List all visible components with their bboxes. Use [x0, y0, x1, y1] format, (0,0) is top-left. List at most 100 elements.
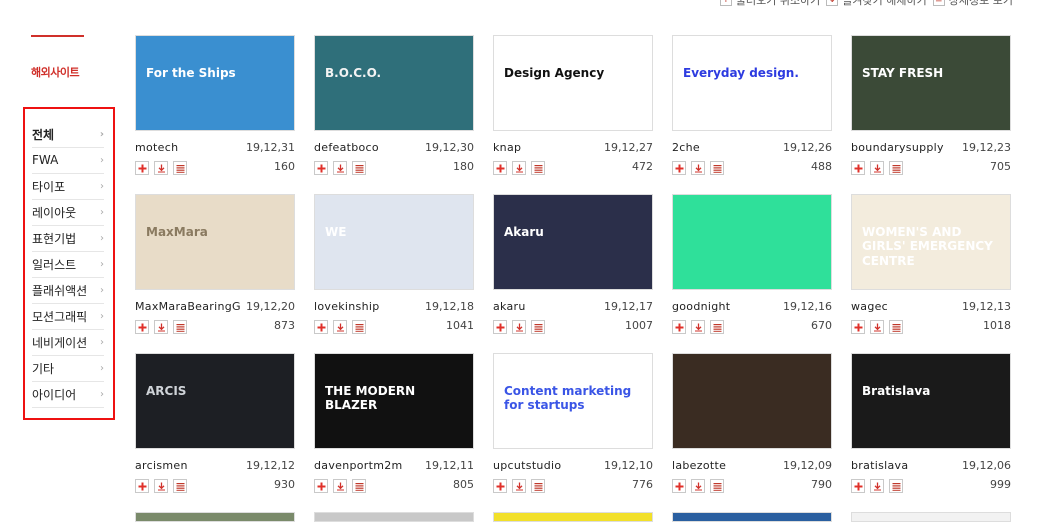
site-date: 19,12,06: [962, 459, 1011, 472]
add-button[interactable]: [135, 161, 149, 175]
site-thumbnail[interactable]: Everyday design.: [672, 35, 832, 131]
download-button[interactable]: [333, 161, 347, 175]
site-date: 19,12,17: [604, 300, 653, 313]
category-item-typo[interactable]: 타이포 ›: [32, 173, 104, 200]
category-item-navigation[interactable]: 네비게이션 ›: [32, 329, 104, 356]
card-actions: [851, 161, 903, 175]
site-thumbnail[interactable]: WE: [314, 194, 474, 290]
site-name[interactable]: boundarysupply: [851, 141, 944, 154]
add-button[interactable]: [135, 479, 149, 493]
category-item-etc[interactable]: 기타 ›: [32, 355, 104, 382]
add-button[interactable]: [672, 161, 686, 175]
site-name[interactable]: arcismen: [135, 459, 188, 472]
download-button[interactable]: [691, 161, 705, 175]
site-name[interactable]: wagec: [851, 300, 888, 313]
details-button[interactable]: [173, 479, 187, 493]
details-button[interactable]: [889, 479, 903, 493]
add-button[interactable]: [672, 320, 686, 334]
site-thumbnail[interactable]: MaxMara: [135, 194, 295, 290]
site-thumbnail[interactable]: For the Ships: [135, 35, 295, 131]
site-thumbnail-partial[interactable]: [493, 512, 653, 522]
add-button[interactable]: [493, 161, 507, 175]
details-button[interactable]: [531, 161, 545, 175]
unfavorite-action[interactable]: ↓ 즐겨찾기 해제하기: [826, 0, 927, 8]
download-button[interactable]: [870, 161, 884, 175]
category-item-idea[interactable]: 아이디어 ›: [32, 381, 104, 408]
download-button[interactable]: [512, 320, 526, 334]
site-thumbnail[interactable]: Akaru: [493, 194, 653, 290]
site-thumbnail[interactable]: Content marketing for startups: [493, 353, 653, 449]
category-item-fwa[interactable]: FWA ›: [32, 147, 104, 174]
download-button[interactable]: [512, 161, 526, 175]
category-item-all[interactable]: 전체 ›: [32, 121, 104, 148]
site-thumbnail-partial[interactable]: [851, 512, 1011, 522]
site-name[interactable]: defeatboco: [314, 141, 379, 154]
details-button[interactable]: [352, 161, 366, 175]
site-name[interactable]: bratislava: [851, 459, 908, 472]
site-name[interactable]: knap: [493, 141, 521, 154]
download-button[interactable]: [870, 320, 884, 334]
card-actions: [135, 320, 187, 334]
details-button[interactable]: [173, 161, 187, 175]
site-name[interactable]: davenportm2m: [314, 459, 403, 472]
site-thumbnail[interactable]: STAY FRESH: [851, 35, 1011, 131]
add-button[interactable]: [493, 320, 507, 334]
add-button[interactable]: [314, 479, 328, 493]
site-name[interactable]: motech: [135, 141, 178, 154]
add-button[interactable]: [851, 320, 865, 334]
list-icon: [355, 164, 363, 173]
site-name[interactable]: upcutstudio: [493, 459, 561, 472]
site-thumbnail[interactable]: ARCIS: [135, 353, 295, 449]
add-button[interactable]: [493, 479, 507, 493]
details-button[interactable]: [710, 479, 724, 493]
details-button[interactable]: [531, 479, 545, 493]
download-button[interactable]: [691, 320, 705, 334]
site-thumbnail-partial[interactable]: [672, 512, 832, 522]
site-name[interactable]: lovekinship: [314, 300, 380, 313]
site-thumbnail[interactable]: [672, 194, 832, 290]
add-button[interactable]: [672, 479, 686, 493]
site-name[interactable]: goodnight: [672, 300, 730, 313]
download-button[interactable]: [154, 320, 168, 334]
site-thumbnail[interactable]: WOMEN'S AND GIRLS' EMERGENCY CENTRE: [851, 194, 1011, 290]
site-thumbnail[interactable]: Design Agency: [493, 35, 653, 131]
details-button[interactable]: [352, 320, 366, 334]
site-thumbnail[interactable]: [672, 353, 832, 449]
category-item-motion-graphic[interactable]: 모션그래픽 ›: [32, 303, 104, 330]
download-button[interactable]: [870, 479, 884, 493]
add-button[interactable]: [314, 320, 328, 334]
site-thumbnail[interactable]: Bratislava: [851, 353, 1011, 449]
add-button[interactable]: [851, 161, 865, 175]
details-button[interactable]: [889, 320, 903, 334]
add-button[interactable]: [851, 479, 865, 493]
details-button[interactable]: [889, 161, 903, 175]
download-button[interactable]: [154, 479, 168, 493]
details-button[interactable]: [710, 320, 724, 334]
add-button[interactable]: [314, 161, 328, 175]
category-item-layout[interactable]: 레이아웃 ›: [32, 199, 104, 226]
category-item-flash-action[interactable]: 플래쉬액션 ›: [32, 277, 104, 304]
add-button[interactable]: [135, 320, 149, 334]
details-button[interactable]: [710, 161, 724, 175]
download-button[interactable]: [512, 479, 526, 493]
site-thumbnail-partial[interactable]: [314, 512, 474, 522]
details-button[interactable]: [352, 479, 366, 493]
download-button[interactable]: [333, 479, 347, 493]
download-button[interactable]: [154, 161, 168, 175]
download-button[interactable]: [333, 320, 347, 334]
site-name[interactable]: labezotte: [672, 459, 726, 472]
site-name[interactable]: MaxMaraBearingG..: [135, 300, 241, 313]
category-item-technique[interactable]: 표현기법 ›: [32, 225, 104, 252]
download-button[interactable]: [691, 479, 705, 493]
cancel-load-action[interactable]: + 불러오기 취소하기: [719, 0, 820, 8]
details-action[interactable]: ≡ 상세정보 보기: [932, 0, 1013, 8]
details-button[interactable]: [531, 320, 545, 334]
site-thumbnail[interactable]: THE MODERN BLAZER: [314, 353, 474, 449]
details-button[interactable]: [173, 320, 187, 334]
site-name[interactable]: 2che: [672, 141, 700, 154]
category-item-illust[interactable]: 일러스트 ›: [32, 251, 104, 278]
site-name[interactable]: akaru: [493, 300, 526, 313]
plus-icon: [317, 323, 325, 331]
site-thumbnail[interactable]: B.O.C.O.: [314, 35, 474, 131]
site-thumbnail-partial[interactable]: [135, 512, 295, 522]
